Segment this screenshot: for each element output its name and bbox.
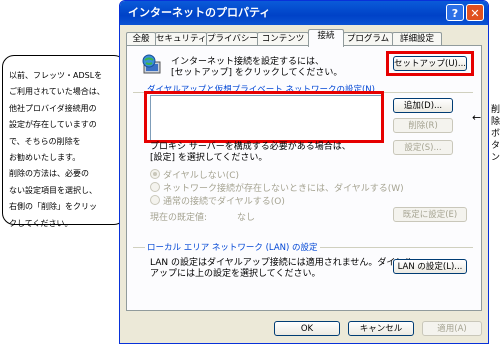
tab-advanced[interactable]: 詳細設定: [392, 32, 442, 46]
radio-never-dial[interactable]: ダイヤルしない(C): [150, 168, 239, 181]
apply-button[interactable]: 適用(A): [422, 321, 482, 336]
callout-line: 削除の方法は、必要の: [9, 169, 89, 179]
setup-highlight-box: [386, 51, 474, 76]
lan-settings-button[interactable]: LAN の設定(L)...: [393, 259, 467, 274]
radio-dial-when-absent[interactable]: ネットワーク接続が存在しないときには、ダイヤルする(W): [150, 181, 404, 194]
radio-always-label: 通常の接続でダイヤルする(O): [163, 197, 285, 207]
callout-line: 右側の「削除」をクリッ: [9, 202, 97, 212]
window-title: インターネットのプロパティ: [128, 6, 271, 19]
side-label-char: タ: [491, 141, 500, 151]
close-button[interactable]: ✕: [466, 4, 484, 21]
set-default-button[interactable]: 既定に設定(E): [393, 207, 467, 222]
settings-button[interactable]: 設定(S)...: [393, 140, 453, 155]
annotation-callout: 以前、フレッツ・ADSLを ご利用されていた場合は、 他社プロバイダ接続用の 設…: [2, 55, 126, 228]
tab-programs[interactable]: プログラム: [343, 32, 393, 46]
tab-security[interactable]: セキュリティ: [155, 32, 207, 46]
tab-connections[interactable]: 接続: [308, 29, 344, 47]
callout-line: 他社プロバイダ接続用の: [9, 103, 97, 113]
side-arrow-icon: ←: [472, 111, 482, 124]
lan-instruction-2: アップには上の設定を選択してください。: [150, 269, 321, 279]
tab-general[interactable]: 全般: [126, 32, 156, 46]
lan-group-label: ローカル エリア ネットワーク (LAN) の設定: [145, 241, 320, 253]
current-default-label: 現在の既定値:: [150, 213, 208, 223]
radio-when-absent-label: ネットワーク接続が存在しないときには、ダイヤルする(W): [163, 184, 404, 194]
tab-content[interactable]: コンテンツ: [257, 32, 309, 46]
delete-button-annotation: 削 除 ボ タ ン: [491, 104, 500, 164]
side-label-char: ボ: [491, 129, 500, 139]
network-globe-icon: [142, 54, 161, 74]
ok-button[interactable]: OK: [274, 321, 340, 336]
callout-line: お勧めいたします。: [9, 153, 81, 163]
setup-instruction-2: [セットアップ] をクリックしてください。: [171, 68, 343, 78]
current-default-value: なし: [237, 213, 256, 223]
title-bar: インターネットのプロパティ ? ✕: [120, 1, 488, 25]
radio-indicator: [150, 182, 160, 192]
side-label-char: ン: [491, 153, 500, 163]
internet-properties-dialog: インターネットのプロパティ ? ✕ 全般 セキュリティ プライバシー コンテンツ…: [119, 0, 489, 344]
radio-indicator: [150, 195, 160, 205]
callout-line: ない設定項目を選択し、: [9, 185, 97, 195]
cancel-button[interactable]: キャンセル: [348, 321, 414, 336]
callout-line: で、そちらの削除を: [9, 136, 81, 146]
callout-line: クしてください。: [9, 218, 73, 228]
delete-button[interactable]: 削除(R): [393, 118, 453, 133]
callout-line: 設定が存在していますの: [9, 120, 97, 130]
proxy-instruction-2: [設定] を選択してください。: [150, 153, 268, 163]
side-label-char: 削: [491, 105, 500, 115]
callout-line: 以前、フレッツ・ADSLを: [9, 71, 103, 80]
add-button[interactable]: 追加(D)...: [393, 98, 453, 113]
radio-indicator-selected: [150, 169, 160, 179]
radio-never-label: ダイヤルしない(C): [163, 171, 240, 181]
list-highlight-box: [144, 91, 384, 143]
tab-privacy[interactable]: プライバシー: [206, 32, 258, 46]
callout-line: ご利用されていた場合は、: [9, 87, 105, 97]
radio-always-dial[interactable]: 通常の接続でダイヤルする(O): [150, 194, 285, 207]
side-label-char: 除: [491, 117, 500, 127]
help-button[interactable]: ?: [446, 4, 464, 21]
connections-panel: インターネット接続を設定するには、 [セットアップ] をクリックしてください。 …: [126, 45, 482, 311]
